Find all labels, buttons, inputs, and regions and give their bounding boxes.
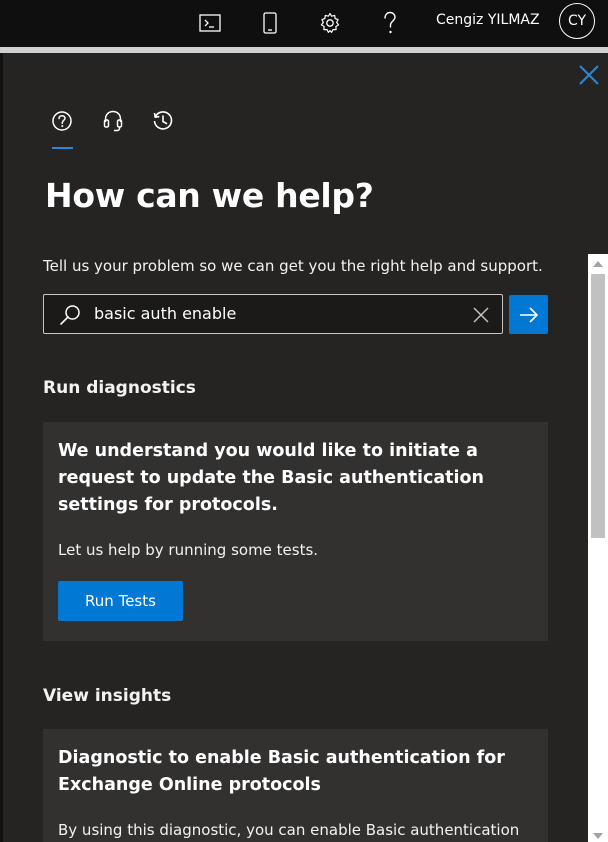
question-icon[interactable] [375, 8, 405, 38]
gear-icon[interactable] [315, 8, 345, 38]
search-icon [60, 305, 80, 325]
avatar[interactable]: CY [559, 3, 595, 39]
insights-card-body: By using this diagnostic, you can enable… [58, 821, 520, 839]
tab-help[interactable] [48, 107, 76, 135]
close-button[interactable] [575, 61, 603, 89]
selected-tab-indicator [52, 147, 73, 149]
search-submit-button[interactable] [509, 295, 548, 334]
intro-text: Tell us your problem so we can get you t… [43, 257, 543, 275]
mobile-icon[interactable] [255, 8, 285, 38]
scrollbar-thumb[interactable] [591, 274, 605, 538]
search-input[interactable]: basic auth enable [43, 294, 503, 334]
insights-card-title: Diagnostic to enable Basic authenticatio… [58, 748, 505, 795]
diagnostics-section-title: Run diagnostics [43, 378, 196, 398]
insights-card: Diagnostic to enable Basic authenticatio… [43, 729, 548, 842]
run-tests-button[interactable]: Run Tests [58, 581, 183, 621]
headset-icon [103, 110, 123, 132]
close-icon [579, 65, 599, 85]
page-title: How can we help? [45, 176, 374, 215]
history-icon [153, 111, 173, 130]
search-value[interactable]: basic auth enable [94, 304, 236, 323]
terminal-icon[interactable] [195, 8, 225, 38]
top-bar: Cengiz YILMAZ CY [0, 0, 608, 47]
help-circle-icon [52, 111, 72, 131]
scroll-down-icon[interactable] [588, 830, 608, 842]
tab-contact-support[interactable] [99, 107, 127, 135]
scrollbar[interactable] [588, 254, 608, 842]
scroll-up-icon[interactable] [588, 254, 608, 274]
tab-history[interactable] [149, 107, 177, 135]
diagnostics-card-title: We understand you would like to initiate… [58, 441, 484, 515]
user-name[interactable]: Cengiz YILMAZ [436, 12, 540, 28]
clear-icon[interactable] [470, 304, 492, 326]
diagnostics-card-body: Let us help by running some tests. [58, 541, 319, 559]
diagnostics-card: We understand you would like to initiate… [43, 422, 548, 641]
arrow-right-icon [519, 306, 538, 323]
insights-section-title: View insights [43, 686, 172, 706]
